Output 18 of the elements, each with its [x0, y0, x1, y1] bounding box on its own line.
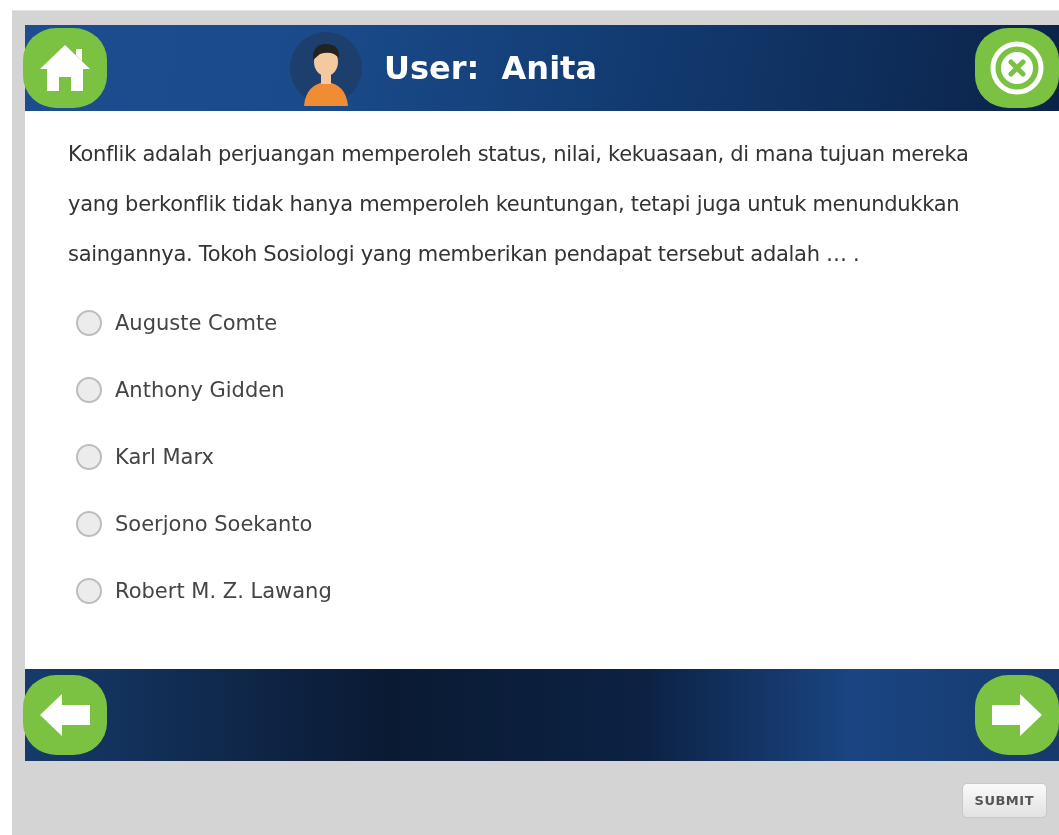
- next-button[interactable]: [975, 675, 1059, 755]
- close-button[interactable]: [975, 28, 1059, 108]
- radio-button[interactable]: [76, 309, 102, 336]
- option-label[interactable]: Anthony Gidden: [115, 377, 285, 402]
- option-label[interactable]: Karl Marx: [115, 444, 214, 469]
- option-label[interactable]: Robert M. Z. Lawang: [115, 578, 332, 603]
- radio-button[interactable]: [76, 376, 102, 403]
- option-label[interactable]: Soerjono Soekanto: [115, 511, 313, 536]
- back-button[interactable]: [23, 675, 107, 755]
- radio-button[interactable]: [76, 577, 102, 604]
- close-icon: [988, 39, 1046, 97]
- option-label[interactable]: Auguste Comte: [115, 310, 278, 335]
- question-text: Konflik adalah perjuangan memperoleh status, nilai, kekuasaan, di mana tujuan mereka yang berkonflik tidak hanya memperoleh keuntungan, tetapi juga untuk menundukkan saingannya. Tokoh Sosiologi yang memberikan pendapat tersebut adalah … .: [68, 141, 970, 268]
- user-title: User: Anita: [384, 49, 597, 87]
- radio-button[interactable]: [76, 510, 102, 537]
- radio-button[interactable]: [76, 443, 102, 470]
- home-button[interactable]: [23, 28, 107, 108]
- submit-button[interactable]: SUBMIT: [961, 783, 1047, 818]
